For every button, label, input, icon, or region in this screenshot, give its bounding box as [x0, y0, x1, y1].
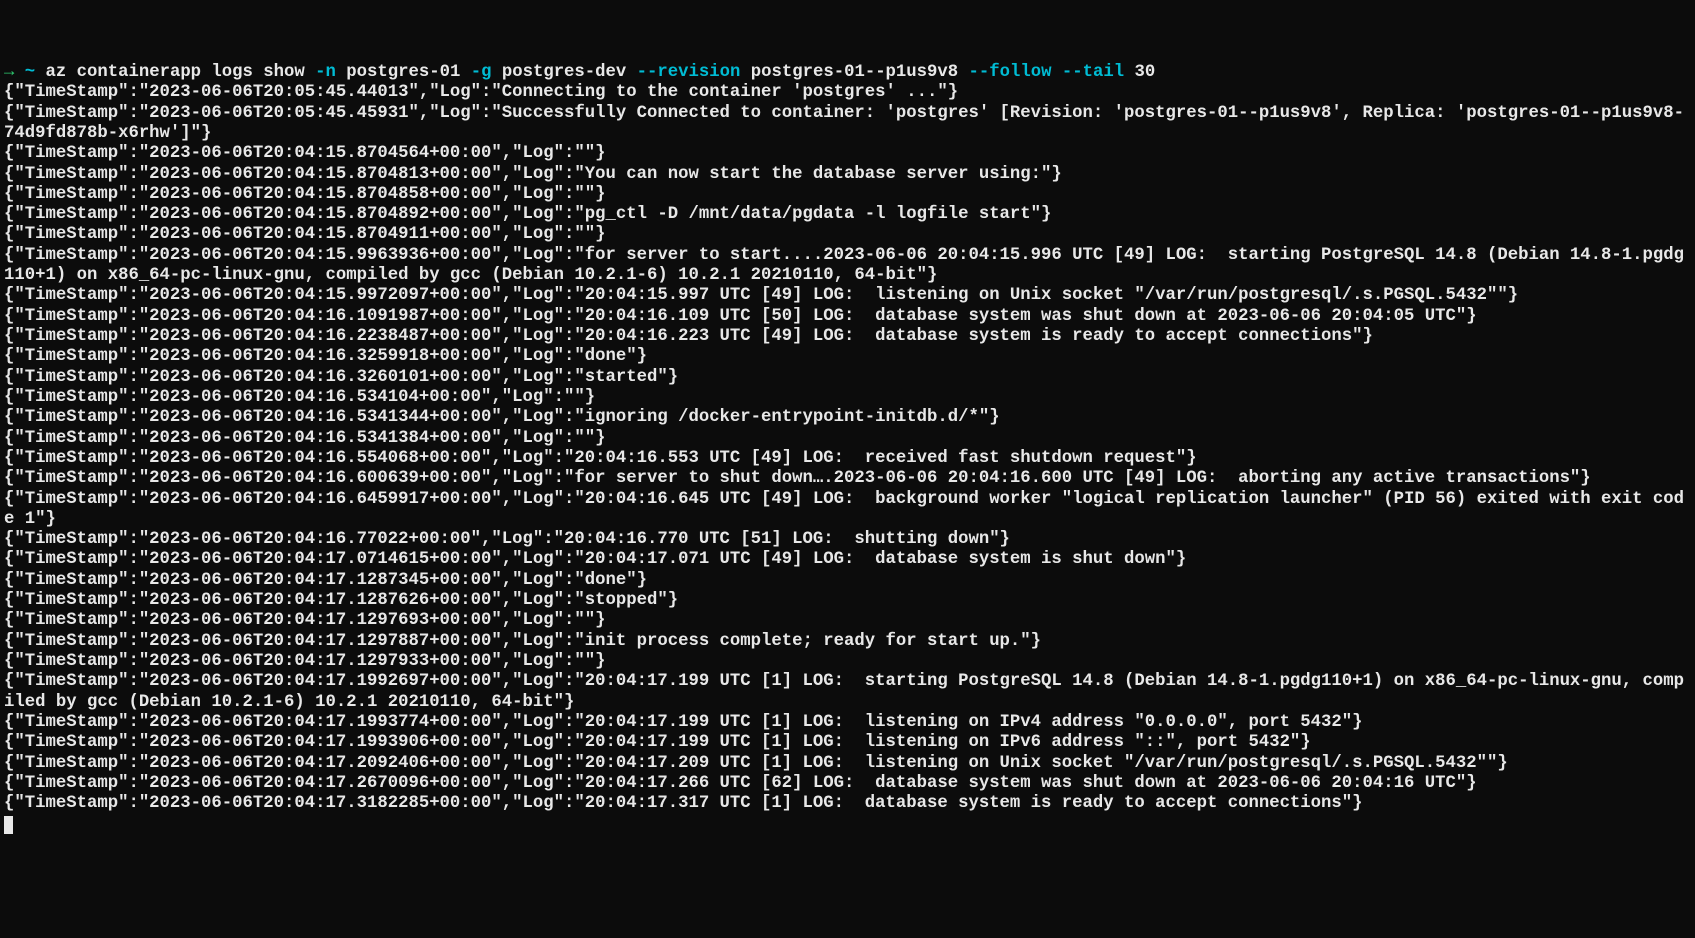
log-line: {"TimeStamp":"2023-06-06T20:04:17.129788…	[4, 632, 1691, 652]
log-line: {"TimeStamp":"2023-06-06T20:04:15.870491…	[4, 225, 1691, 245]
log-line: {"TimeStamp":"2023-06-06T20:04:17.267009…	[4, 774, 1691, 794]
log-line: {"TimeStamp":"2023-06-06T20:04:15.870485…	[4, 185, 1691, 205]
log-line: {"TimeStamp":"2023-06-06T20:04:16.326010…	[4, 368, 1691, 388]
flag-g: -g	[471, 63, 492, 82]
log-line: {"TimeStamp":"2023-06-06T20:04:17.128734…	[4, 571, 1691, 591]
arg-tail: 30	[1124, 63, 1155, 82]
log-line: {"TimeStamp":"2023-06-06T20:04:16.534134…	[4, 408, 1691, 428]
log-line: {"TimeStamp":"2023-06-06T20:04:17.129769…	[4, 611, 1691, 631]
terminal-window[interactable]: → ~ az containerapp logs show -n postgre…	[4, 63, 1691, 835]
log-line: {"TimeStamp":"2023-06-06T20:04:16.534138…	[4, 429, 1691, 449]
arg-n: postgres-01	[336, 63, 471, 82]
log-line: {"TimeStamp":"2023-06-06T20:04:17.318228…	[4, 794, 1691, 814]
arg-revision: postgres-01--p1us9v8	[740, 63, 968, 82]
sp1	[1052, 63, 1062, 82]
log-line: {"TimeStamp":"2023-06-06T20:04:15.996393…	[4, 246, 1691, 287]
command-prompt-line: → ~ az containerapp logs show -n postgre…	[4, 63, 1691, 83]
command-base: az containerapp logs show	[46, 63, 316, 82]
log-line: {"TimeStamp":"2023-06-06T20:04:16.534104…	[4, 388, 1691, 408]
log-line: {"TimeStamp":"2023-06-06T20:05:45.44013"…	[4, 83, 1691, 103]
flag-follow: --follow	[969, 63, 1052, 82]
cursor-icon	[4, 816, 13, 834]
prompt-cwd: ~	[25, 63, 35, 82]
log-line: {"TimeStamp":"2023-06-06T20:04:17.199269…	[4, 672, 1691, 713]
log-line: {"TimeStamp":"2023-06-06T20:04:16.223848…	[4, 327, 1691, 347]
log-line: {"TimeStamp":"2023-06-06T20:04:15.997209…	[4, 286, 1691, 306]
log-line: {"TimeStamp":"2023-06-06T20:04:15.870489…	[4, 205, 1691, 225]
flag-tail: --tail	[1062, 63, 1124, 82]
log-line: {"TimeStamp":"2023-06-06T20:04:17.199377…	[4, 713, 1691, 733]
log-line: {"TimeStamp":"2023-06-06T20:04:15.870456…	[4, 144, 1691, 164]
log-line: {"TimeStamp":"2023-06-06T20:04:16.645991…	[4, 490, 1691, 531]
flag-n: -n	[315, 63, 336, 82]
log-line: {"TimeStamp":"2023-06-06T20:04:16.325991…	[4, 347, 1691, 367]
log-line: {"TimeStamp":"2023-06-06T20:04:17.128762…	[4, 591, 1691, 611]
log-line: {"TimeStamp":"2023-06-06T20:04:17.129793…	[4, 652, 1691, 672]
log-output: {"TimeStamp":"2023-06-06T20:05:45.44013"…	[4, 83, 1691, 814]
log-line: {"TimeStamp":"2023-06-06T20:05:45.45931"…	[4, 104, 1691, 145]
log-line: {"TimeStamp":"2023-06-06T20:04:15.870481…	[4, 165, 1691, 185]
prompt-arrow-icon: →	[4, 63, 14, 82]
log-line: {"TimeStamp":"2023-06-06T20:04:16.600639…	[4, 469, 1691, 489]
flag-revision: --revision	[637, 63, 741, 82]
log-line: {"TimeStamp":"2023-06-06T20:04:16.109198…	[4, 307, 1691, 327]
log-line: {"TimeStamp":"2023-06-06T20:04:17.209240…	[4, 754, 1691, 774]
log-line: {"TimeStamp":"2023-06-06T20:04:16.77022+…	[4, 530, 1691, 550]
log-line: {"TimeStamp":"2023-06-06T20:04:17.199390…	[4, 733, 1691, 753]
log-line: {"TimeStamp":"2023-06-06T20:04:17.071461…	[4, 550, 1691, 570]
arg-g: postgres-dev	[491, 63, 636, 82]
log-line: {"TimeStamp":"2023-06-06T20:04:16.554068…	[4, 449, 1691, 469]
